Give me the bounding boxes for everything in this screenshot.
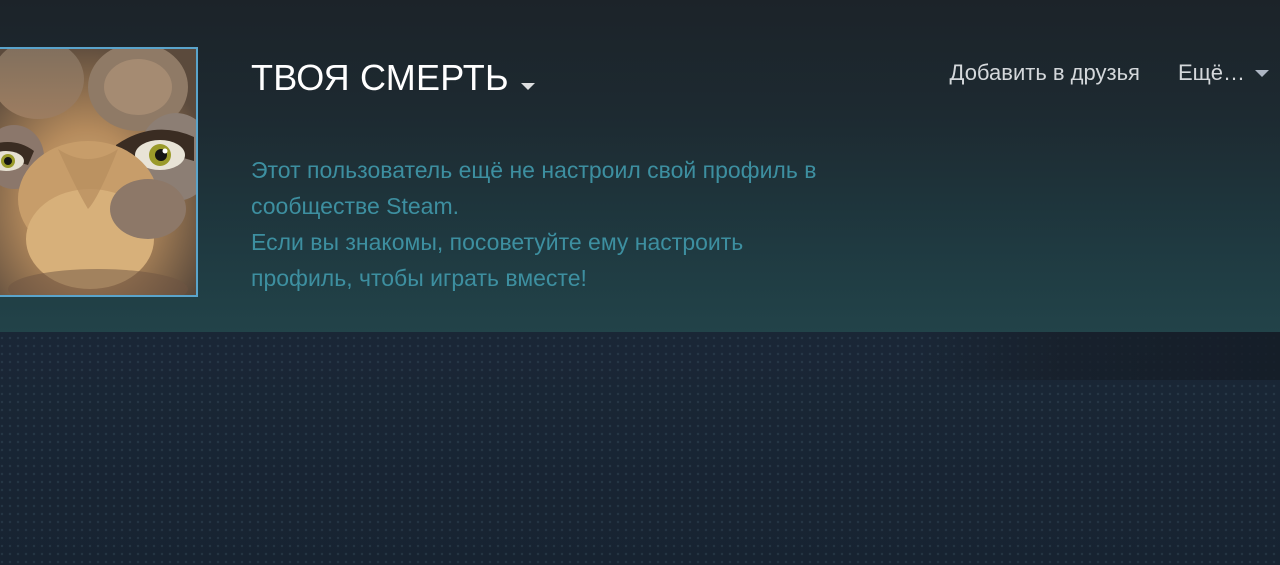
persona-name-dropdown[interactable]: ТВОЯ СМЕРТЬ xyxy=(251,56,535,100)
profile-avatar[interactable] xyxy=(0,47,198,297)
private-message-line: профиль, чтобы играть вместе! xyxy=(251,265,587,291)
user-avatar-icon xyxy=(0,49,196,295)
private-message-line: Этот пользователь ещё не настроил свой п… xyxy=(251,157,817,183)
profile-actions: Добавить в друзья Ещё… xyxy=(950,56,1280,90)
caret-down-icon xyxy=(520,82,535,90)
profile-page: ТВОЯ СМЕРТЬ Этот пользователь ещё не нас… xyxy=(0,0,1280,565)
persona-name: ТВОЯ СМЕРТЬ xyxy=(251,57,509,98)
private-message-line: сообществе Steam. xyxy=(251,193,460,219)
private-profile-message: Этот пользователь ещё не настроил свой п… xyxy=(251,152,911,296)
chevron-down-icon xyxy=(1255,69,1269,77)
more-button-label: Ещё… xyxy=(1177,60,1245,85)
more-button[interactable]: Ещё… xyxy=(1178,60,1269,86)
header-shadow xyxy=(920,332,1280,380)
add-friend-button[interactable]: Добавить в друзья xyxy=(950,60,1140,86)
private-message-line: Если вы знакомы, посоветуйте ему настрои… xyxy=(251,229,744,255)
